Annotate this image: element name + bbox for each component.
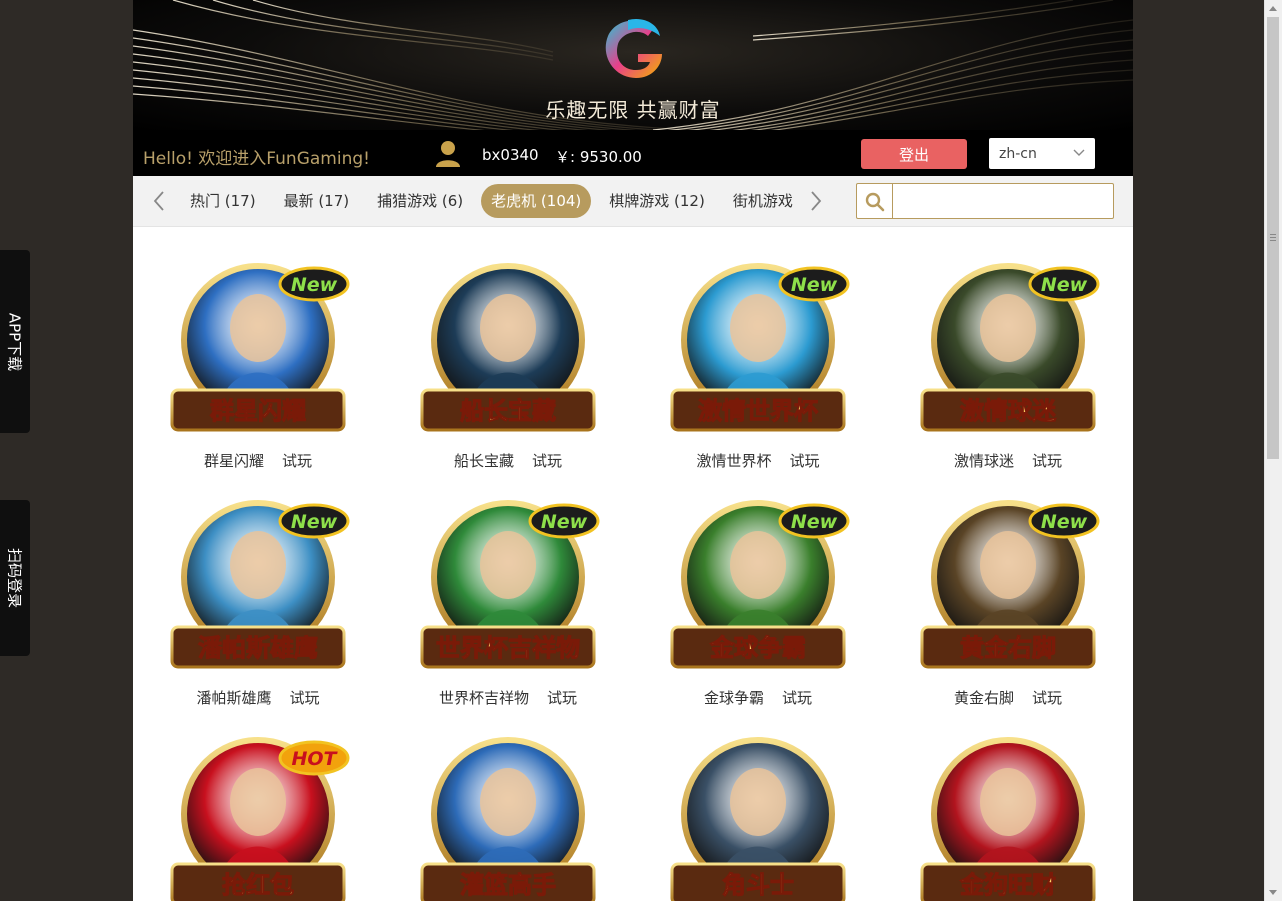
category-tabs: 热门 (17) 最新 (17) 捕猎游戏 (6) 老虎机 (104) 棋牌游戏 (12)…: [180, 184, 802, 218]
category-tab[interactable]: 老虎机 (104): [481, 184, 592, 218]
game-icon-title: 激情球迷: [960, 397, 1057, 425]
game-card[interactable]: 金狗旺财: [883, 700, 1133, 901]
game-icon-title: 船长宝藏: [460, 397, 556, 425]
game-card[interactable]: 角斗士: [633, 700, 883, 901]
scan-login-tab[interactable]: 扫码登录: [0, 500, 30, 656]
scan-login-label: 扫码登录: [5, 547, 24, 609]
game-icon-title: 抢红包: [222, 871, 294, 899]
game-icon[interactable]: 激情球迷 New: [908, 250, 1108, 450]
category-tab[interactable]: 棋牌游戏 (12): [599, 184, 715, 218]
grip-line: [1270, 237, 1276, 238]
balance: ￥: 9530.00: [555, 148, 642, 166]
user-bar: Hello! 欢迎进入FunGaming! bx0340 ￥: 9530.00 …: [133, 130, 1133, 176]
game-icon[interactable]: 群星闪耀 New: [158, 250, 358, 450]
game-icon-title: 角斗士: [722, 871, 794, 899]
chevron-down-icon: [1073, 149, 1085, 156]
game-card[interactable]: 世界杯吉祥物 New 世界杯吉祥物 试玩: [383, 463, 633, 707]
app-download-tab[interactable]: APP下载: [0, 250, 30, 433]
game-card[interactable]: 群星闪耀 New 群星闪耀 试玩: [133, 226, 383, 470]
game-card[interactable]: 激情世界杯 New 激情世界杯 试玩: [633, 226, 883, 470]
game-icon-title: 潘帕斯雄鹰: [198, 634, 318, 662]
game-icon[interactable]: 灌篮高手: [408, 724, 608, 901]
game-icon-title: 金球争霸: [709, 634, 806, 662]
game-icon-title: 金狗旺财: [959, 871, 1056, 899]
new-badge: New: [541, 511, 588, 533]
game-icon[interactable]: 潘帕斯雄鹰 New: [158, 487, 358, 687]
category-bar: 热门 (17) 最新 (17) 捕猎游戏 (6) 老虎机 (104) 棋牌游戏 (12)…: [133, 176, 1133, 227]
avatar-icon: [436, 141, 460, 167]
game-icon[interactable]: 角斗士: [658, 724, 858, 901]
chevron-right-icon[interactable]: [809, 190, 823, 212]
username: bx0340: [482, 146, 539, 164]
header-banner: 乐趣无限 共赢财富: [133, 0, 1133, 130]
game-icon[interactable]: 激情世界杯 New: [658, 250, 858, 450]
logo-icon: [605, 18, 662, 78]
grip-line: [1270, 234, 1276, 235]
new-badge: New: [791, 274, 838, 296]
game-icon[interactable]: 世界杯吉祥物 New: [408, 487, 608, 687]
scroll-down-icon[interactable]: [1269, 890, 1277, 895]
category-tab[interactable]: 街机游戏: [723, 184, 802, 218]
game-card[interactable]: 金球争霸 New 金球争霸 试玩: [633, 463, 883, 707]
category-tab[interactable]: 捕猎游戏 (6): [367, 184, 473, 218]
game-icon-title: 激情世界杯: [698, 397, 818, 425]
game-icon[interactable]: 船长宝藏: [408, 250, 608, 450]
game-icon[interactable]: 金狗旺财: [908, 724, 1108, 901]
category-tab[interactable]: 最新 (17): [274, 184, 360, 218]
language-value: zh-cn: [999, 146, 1037, 162]
welcome-text: Hello! 欢迎进入FunGaming!: [143, 149, 370, 169]
search-button[interactable]: [857, 184, 893, 218]
new-badge: New: [791, 511, 838, 533]
scroll-up-icon[interactable]: [1269, 6, 1277, 11]
game-card[interactable]: 船长宝藏 船长宝藏 试玩: [383, 226, 633, 470]
logout-button[interactable]: 登出: [861, 139, 967, 169]
banner-slogan: 乐趣无限 共赢财富: [545, 98, 721, 122]
new-badge: New: [291, 274, 338, 296]
game-icon-title: 世界杯吉祥物: [436, 634, 580, 662]
game-icon[interactable]: 抢红包 HOT: [158, 724, 358, 901]
game-card[interactable]: 抢红包 HOT: [133, 700, 383, 901]
chevron-left-icon[interactable]: [152, 190, 166, 212]
game-icon-title: 灌篮高手: [460, 871, 556, 899]
new-badge: New: [1041, 511, 1088, 533]
new-badge: New: [291, 511, 338, 533]
search-icon: [865, 192, 885, 212]
category-tab[interactable]: 热门 (17): [180, 184, 266, 218]
new-badge: New: [1041, 274, 1088, 296]
game-icon[interactable]: 黄金右脚 New: [908, 487, 1108, 687]
search-input[interactable]: [894, 185, 1110, 217]
grip-line: [1270, 240, 1276, 241]
game-card[interactable]: 潘帕斯雄鹰 New 潘帕斯雄鹰 试玩: [133, 463, 383, 707]
game-icon-title: 黄金右脚: [960, 634, 1056, 662]
page: 乐趣无限 共赢财富 Hello! 欢迎进入FunGaming! bx0340 ￥…: [133, 0, 1133, 901]
game-card[interactable]: 黄金右脚 New 黄金右脚 试玩: [883, 463, 1133, 707]
scrollbar-thumb[interactable]: [1267, 17, 1279, 459]
app-download-label: APP下载: [5, 312, 24, 371]
language-select[interactable]: zh-cn: [989, 138, 1095, 169]
game-icon[interactable]: 金球争霸 New: [658, 487, 858, 687]
game-icon-title: 群星闪耀: [210, 397, 306, 425]
game-card[interactable]: 激情球迷 New 激情球迷 试玩: [883, 226, 1133, 470]
search-box: [856, 183, 1114, 219]
scrollbar[interactable]: [1264, 0, 1282, 901]
new-badge: HOT: [291, 748, 338, 770]
game-card[interactable]: 灌篮高手: [383, 700, 633, 901]
